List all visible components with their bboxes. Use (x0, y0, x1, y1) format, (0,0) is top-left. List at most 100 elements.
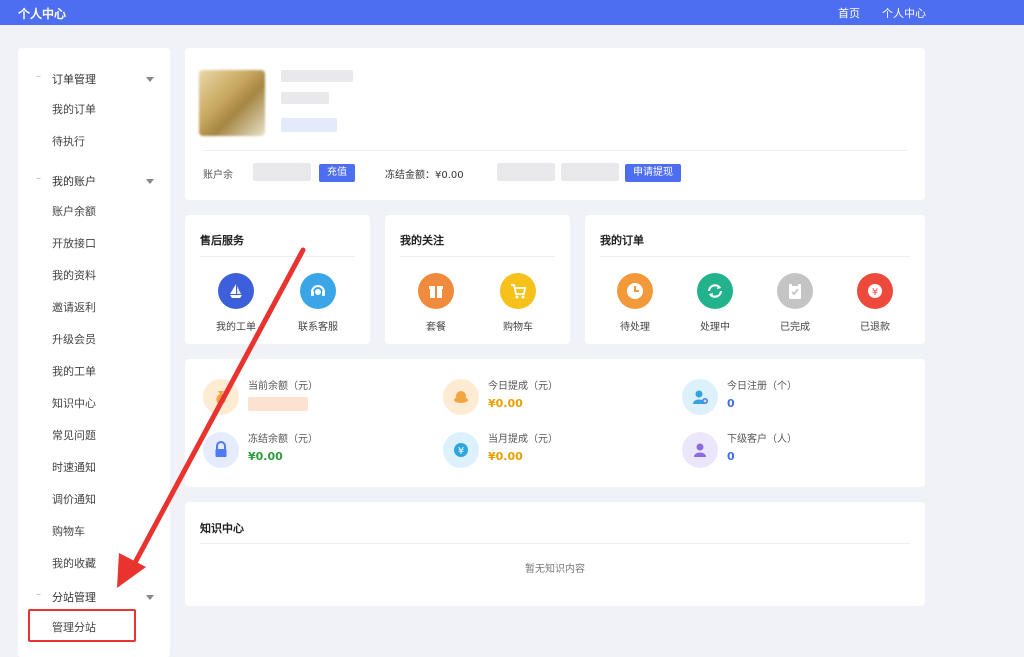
clock-icon (617, 273, 653, 309)
stat-sub-customers: 下级客户（人） 0 (682, 430, 902, 470)
stat-label: 当月提成（元） (488, 434, 558, 445)
stat-frozen-balance: 冻结余额（元） ¥0.00 (203, 430, 423, 470)
order-status-label: 已退款 (860, 322, 890, 333)
balance-value-redacted (253, 163, 311, 181)
cart-button[interactable]: 购物车 (486, 273, 550, 333)
sidebar-item-my-orders[interactable]: 我的订单 (52, 101, 96, 117)
stat-value: ¥0.00 (488, 397, 523, 410)
chevron-down-icon (146, 179, 154, 184)
refresh-icon (697, 273, 733, 309)
page-title: 个人中心 (18, 7, 67, 21)
sidebar: – 订单管理 我的订单 待执行 – 我的账户 账户余额 开放接口 我的资料 邀请… (18, 48, 170, 657)
group-dash: – (36, 173, 41, 184)
redacted-field (561, 163, 619, 181)
order-status-label: 待处理 (620, 322, 650, 333)
headset-icon (300, 273, 336, 309)
card-title: 知识中心 (200, 522, 244, 535)
sidebar-group-label: 订单管理 (52, 73, 96, 86)
sidebar-item-knowledge[interactable]: 知识中心 (52, 395, 96, 411)
svg-text:¥: ¥ (458, 446, 464, 457)
sidebar-item-api[interactable]: 开放接口 (52, 235, 96, 251)
stat-label: 今日注册（个） (727, 381, 797, 392)
order-status-label: 处理中 (700, 322, 730, 333)
stat-label: 冻结余额（元） (248, 434, 318, 445)
nav-home-link[interactable]: 首页 (838, 5, 860, 21)
stat-label: 今日提成（元） (488, 381, 558, 392)
sidebar-group-label: 分站管理 (52, 591, 96, 604)
card-title: 我的订单 (600, 234, 644, 247)
sidebar-item-invite[interactable]: 邀请返利 (52, 299, 96, 315)
sidebar-group-label: 我的账户 (52, 175, 96, 188)
sidebar-item-tickets[interactable]: 我的工单 (52, 363, 96, 379)
service-label: 购物车 (503, 322, 533, 333)
coin-icon (443, 379, 479, 415)
clipboard-check-icon (777, 273, 813, 309)
stat-today-commission: 今日提成（元） ¥0.00 (443, 377, 663, 417)
stat-label: 下级客户（人） (727, 434, 797, 445)
card-title: 我的关注 (400, 234, 444, 247)
sidebar-item-profile[interactable]: 我的资料 (52, 267, 96, 283)
orders-card: 我的订单 待处理 处理中 已完成 ¥ 已退款 (585, 215, 925, 344)
service-label: 套餐 (426, 322, 446, 333)
stat-today-registrations: 今日注册（个） 0 (682, 377, 902, 417)
stat-value: ¥0.00 (248, 450, 283, 463)
balance-label: 账户余 (203, 170, 233, 181)
divider (203, 150, 907, 151)
orders-completed-button[interactable]: 已完成 (763, 273, 827, 333)
redacted-field (497, 163, 555, 181)
refund-icon: ¥ (857, 273, 893, 309)
divider (600, 256, 910, 257)
sidebar-item-speed-notice[interactable]: 时速通知 (52, 459, 96, 475)
sidebar-item-price-notice[interactable]: 调价通知 (52, 491, 96, 507)
sidebar-group-account[interactable]: – 我的账户 (18, 170, 170, 190)
stat-value: 0 (727, 450, 735, 463)
profile-card: 账户余 充值 冻结金额：¥0.00 申请提现 (185, 48, 925, 200)
orders-refunded-button[interactable]: ¥ 已退款 (843, 273, 907, 333)
gift-icon (418, 273, 454, 309)
orders-pending-button[interactable]: 待处理 (603, 273, 667, 333)
orders-processing-button[interactable]: 处理中 (683, 273, 747, 333)
user-icon (682, 432, 718, 468)
money-bag-icon (203, 379, 239, 415)
sidebar-item-cart[interactable]: 购物车 (52, 523, 85, 539)
service-label: 联系客服 (298, 322, 338, 333)
order-status-label: 已完成 (780, 322, 810, 333)
chevron-down-icon (146, 595, 154, 600)
follow-card: 我的关注 套餐 购物车 (385, 215, 570, 344)
group-dash: – (36, 71, 41, 82)
ship-icon (218, 273, 254, 309)
user-add-icon (682, 379, 718, 415)
username-redacted (281, 70, 353, 82)
sidebar-item-upgrade[interactable]: 升级会员 (52, 331, 96, 347)
sidebar-group-orders[interactable]: – 订单管理 (18, 68, 170, 88)
yen-coin-icon: ¥ (443, 432, 479, 468)
annotation-highlight-box (28, 609, 136, 642)
sidebar-item-favorites[interactable]: 我的收藏 (52, 555, 96, 571)
sidebar-item-balance[interactable]: 账户余额 (52, 203, 96, 219)
my-tickets-button[interactable]: 我的工单 (204, 273, 268, 333)
user-level-redacted (281, 92, 329, 104)
package-button[interactable]: 套餐 (404, 273, 468, 333)
sidebar-item-faq[interactable]: 常见问题 (52, 427, 96, 443)
sidebar-group-substation[interactable]: – 分站管理 (18, 586, 170, 606)
recharge-button[interactable]: 充值 (319, 164, 355, 182)
divider (200, 256, 355, 257)
contact-support-button[interactable]: 联系客服 (286, 273, 350, 333)
lock-icon (203, 432, 239, 468)
sidebar-item-pending[interactable]: 待执行 (52, 133, 85, 149)
stat-month-commission: ¥ 当月提成（元） ¥0.00 (443, 430, 663, 470)
svg-text:¥: ¥ (872, 287, 878, 298)
knowledge-card: 知识中心 暂无知识内容 (185, 502, 925, 606)
stats-card: 当前余额（元） 今日提成（元） ¥0.00 今日注册（个） 0 冻结余额（元） … (185, 359, 925, 487)
divider (200, 543, 910, 544)
nav-profile-link[interactable]: 个人中心 (882, 5, 926, 21)
after-sales-card: 售后服务 我的工单 联系客服 (185, 215, 370, 344)
withdraw-button[interactable]: 申请提现 (625, 164, 681, 182)
avatar[interactable] (199, 70, 265, 136)
frozen-amount: 冻结金额：¥0.00 (385, 170, 464, 181)
stat-value: ¥0.00 (488, 450, 523, 463)
stat-label: 当前余额（元） (248, 381, 318, 392)
divider (400, 256, 555, 257)
chevron-down-icon (146, 77, 154, 82)
stat-current-balance: 当前余额（元） (203, 377, 423, 417)
